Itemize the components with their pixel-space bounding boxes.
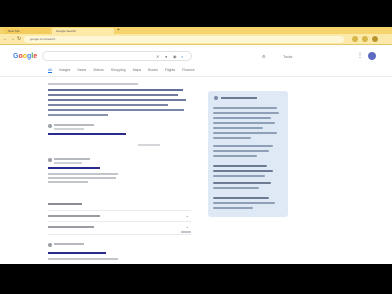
profile-icon[interactable] bbox=[362, 36, 368, 42]
feedback-link[interactable] bbox=[138, 144, 160, 146]
info-icon bbox=[214, 96, 218, 100]
search-filters: All Images News Videos Shopping Maps Boo… bbox=[48, 67, 195, 73]
filter-books[interactable]: Books bbox=[148, 67, 158, 73]
favicon bbox=[48, 158, 52, 162]
favicon bbox=[48, 243, 52, 247]
filter-videos[interactable]: Videos bbox=[93, 67, 104, 73]
result-title[interactable] bbox=[48, 167, 100, 169]
divider bbox=[48, 234, 191, 235]
new-tab-button[interactable]: + bbox=[117, 27, 120, 34]
letterbox-bottom bbox=[0, 264, 392, 294]
clear-icon[interactable]: ✕ bbox=[156, 53, 159, 61]
favicon bbox=[48, 124, 52, 128]
filter-maps[interactable]: Maps bbox=[133, 67, 142, 73]
side-panel bbox=[208, 91, 288, 217]
panel-title bbox=[221, 97, 257, 99]
tools-button[interactable]: Tools bbox=[283, 53, 292, 60]
filter-flights[interactable]: Flights bbox=[165, 67, 175, 73]
paa-heading bbox=[48, 203, 82, 205]
paa-question[interactable]: ⌄ bbox=[48, 210, 191, 220]
google-header: Google ✕ ● ◉ ⌕ ⚙ Tools ⋮ All Images News… bbox=[0, 45, 392, 77]
filter-images[interactable]: Images bbox=[59, 67, 70, 73]
back-icon[interactable]: ← bbox=[3, 36, 8, 43]
filter-all[interactable]: All bbox=[48, 67, 52, 73]
search-icon[interactable]: ⌕ bbox=[181, 53, 183, 61]
filter-shopping[interactable]: Shopping bbox=[111, 67, 126, 73]
camera-icon[interactable]: ◉ bbox=[173, 53, 177, 61]
chevron-down-icon: ⌄ bbox=[185, 213, 189, 218]
extension-icon[interactable] bbox=[352, 36, 358, 42]
address-bar-row: ← → ↻ google.com/search bbox=[0, 34, 392, 45]
apps-icon[interactable]: ⋮ bbox=[357, 53, 363, 59]
filter-news[interactable]: News bbox=[77, 67, 86, 73]
reload-icon[interactable]: ↻ bbox=[17, 36, 21, 43]
settings-icon[interactable]: ⚙ bbox=[262, 53, 266, 60]
forward-icon[interactable]: → bbox=[10, 36, 15, 43]
avatar[interactable] bbox=[368, 52, 376, 60]
letterbox-top bbox=[0, 0, 392, 27]
paa-question[interactable]: ⌄ bbox=[48, 221, 191, 231]
browser-window: New Tab Google Search + ← → ↻ google.com… bbox=[0, 27, 392, 264]
search-input[interactable]: ✕ ● ◉ ⌕ bbox=[42, 51, 192, 61]
result-title[interactable] bbox=[48, 133, 126, 135]
filter-finance[interactable]: Finance bbox=[182, 67, 194, 73]
feedback-link[interactable] bbox=[181, 231, 191, 233]
google-logo[interactable]: Google bbox=[13, 53, 37, 61]
menu-icon[interactable] bbox=[372, 36, 378, 42]
mic-icon[interactable]: ● bbox=[165, 53, 167, 61]
url-field[interactable]: google.com/search bbox=[24, 36, 344, 43]
result-title[interactable] bbox=[48, 252, 106, 254]
tab-bar: New Tab Google Search + bbox=[0, 27, 392, 34]
